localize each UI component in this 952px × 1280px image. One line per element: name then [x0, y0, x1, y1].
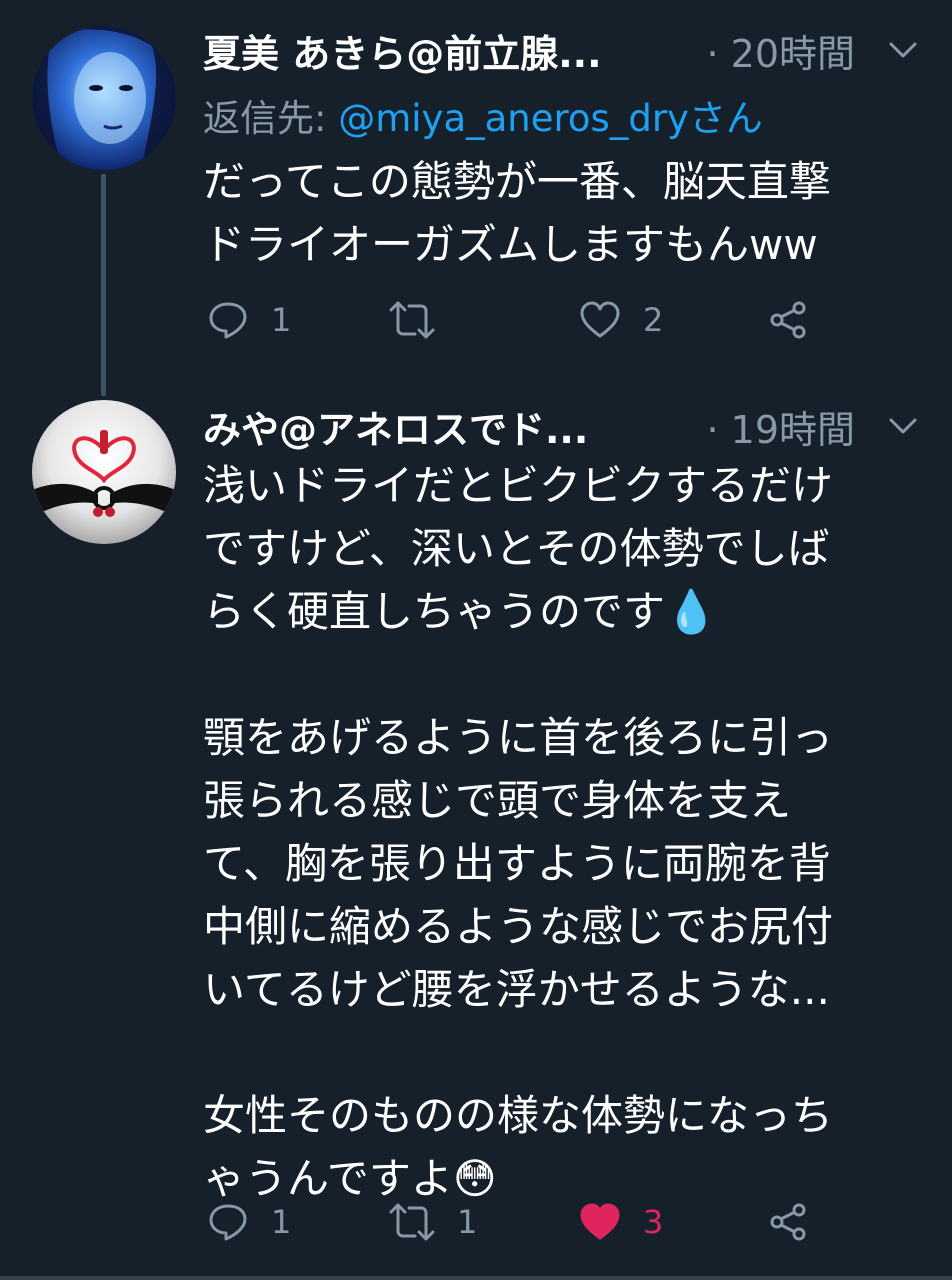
share-button[interactable]: [767, 1192, 809, 1252]
retweet-button[interactable]: [389, 290, 457, 350]
retweet-icon: [389, 301, 435, 339]
reply-to-label: 返信先:: [203, 97, 339, 140]
like-button[interactable]: 2: [579, 290, 663, 350]
reply-to-handle[interactable]: @miya_aneros_dryさん: [338, 97, 763, 140]
display-name[interactable]: 夏美 あきら@前立腺...: [203, 23, 602, 78]
reply-count: 1: [271, 301, 292, 339]
thread-connector: [101, 174, 106, 396]
tweet-2[interactable]: みや@アネロスでド... · 19時間 浅いドライだとビクビクするだけ ですけど…: [0, 396, 952, 1276]
tweet-header: みや@アネロスでド... · 19時間: [203, 396, 923, 456]
reply-icon: [209, 302, 247, 339]
retweet-count: 1: [457, 1203, 478, 1241]
action-bar: 1 1 3: [203, 1192, 823, 1252]
tweet-1[interactable]: 夏美 あきら@前立腺... · 20時間 返信先: @miya_aneros_d…: [0, 0, 952, 396]
reply-button[interactable]: 1: [207, 1192, 291, 1252]
share-button[interactable]: [767, 290, 809, 350]
reply-button[interactable]: 1: [207, 290, 291, 350]
retweet-icon: [389, 1203, 435, 1241]
share-icon: [770, 301, 806, 339]
chevron-down-icon[interactable]: [883, 30, 923, 70]
like-count: 3: [643, 1203, 664, 1241]
retweet-button[interactable]: 1: [389, 1192, 477, 1252]
tweet-text: 浅いドライだとビクビクするだけ ですけど、深いとその体勢でしば らく硬直しちゃう…: [203, 461, 834, 1203]
divider: [0, 1276, 952, 1280]
display-name[interactable]: みや@アネロスでド...: [203, 399, 588, 454]
timestamp[interactable]: · 19時間: [706, 399, 855, 454]
action-bar: 1 2: [203, 290, 823, 350]
avatar-miya[interactable]: [32, 400, 176, 544]
timestamp[interactable]: · 20時間: [706, 23, 855, 78]
like-icon: [580, 301, 620, 338]
share-icon: [770, 1203, 806, 1241]
reply-to-line: 返信先: @miya_aneros_dryさん: [203, 88, 763, 142]
like-button[interactable]: 3: [579, 1192, 663, 1252]
tweet-header: 夏美 あきら@前立腺... · 20時間: [203, 20, 923, 80]
reply-icon: [209, 1204, 247, 1241]
like-count: 2: [643, 301, 664, 339]
reply-count: 1: [271, 1203, 292, 1241]
chevron-down-icon[interactable]: [883, 406, 923, 446]
like-icon: [580, 1203, 620, 1240]
tweet-text: だってこの態勢が一番、脳天直撃 ドライオーガズムしますもんww: [203, 157, 831, 269]
avatar-natsumi[interactable]: [32, 26, 176, 170]
